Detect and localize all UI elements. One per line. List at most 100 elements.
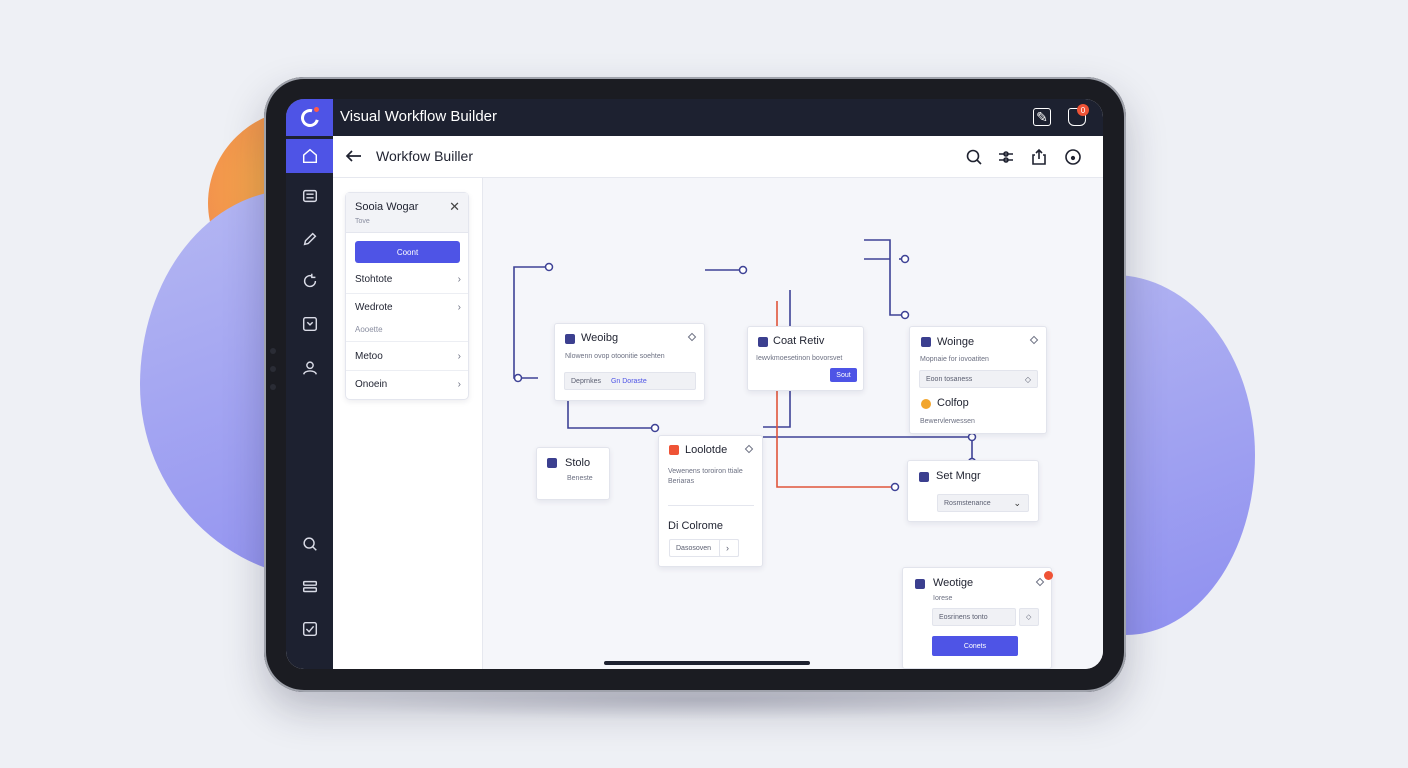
node-description: Nlowenn ovop otoonitie soehten [565,353,665,360]
node-menu-icon[interactable] [744,444,754,454]
rail-item-check[interactable] [286,612,333,646]
node-status-icon [921,399,931,409]
node-select-field[interactable]: Rosmstenance ⌄ [937,494,1029,512]
rail-item-list[interactable] [286,179,333,213]
connector-port [650,423,660,433]
divider [346,370,468,371]
panel-item[interactable]: Stohtote › [355,274,461,285]
node-title: Weoibg [581,332,619,344]
node-type-icon [915,579,925,589]
panel-item-label: Wedrote [355,302,393,313]
node-title: Stolo [565,457,591,469]
divider [668,505,754,506]
node-select-field[interactable]: Deprnkes Gn Doraste [564,372,696,390]
share-icon[interactable] [1029,147,1049,167]
rail-item-stack[interactable] [286,570,333,604]
node-type-icon [758,337,768,347]
chevron-right-icon: › [457,302,461,313]
node-action-button[interactable]: Sout [830,368,857,382]
workflow-node[interactable]: Weoibg Nlowenn ovop otoonitie soehten De… [554,323,705,401]
node-field-value: Eosrinens tonto [939,613,988,621]
chevron-right-icon: › [457,274,461,285]
chevron-down-icon: ◇ [1024,374,1031,384]
node-description: Mopnaie for iovoatiten [920,356,989,363]
node-description: Vewenens toroiron ttiale [668,468,743,475]
tablet-camera [270,348,276,402]
node-action-button[interactable]: Conets [932,636,1018,656]
workflow-node[interactable]: Woinge Mopnaie for iovoatiten Eoon tosan… [909,326,1047,434]
users-icon [302,361,317,375]
sidebar: Sooia Wogar Tove ✕ Coont Stohtote › Wedr… [333,178,483,669]
search-icon[interactable] [964,147,984,167]
node-option-toggle[interactable]: ◇ [1019,608,1039,626]
page-header: Workfow Builler [333,136,1103,178]
connector-wire [864,239,909,316]
scan-icon [302,316,317,332]
edit-icon[interactable]: ✎ [1033,108,1051,126]
node-field-value: Deprnkes [571,377,601,385]
back-arrow-icon[interactable] [343,145,365,167]
workflow-node[interactable]: Set Mngr Rosmstenance ⌄ [907,460,1039,522]
panel-item[interactable]: Wedrote › [355,302,461,313]
page-title: Workfow Builler [376,148,473,164]
workflow-canvas[interactable]: Weoibg Nlowenn ovop otoonitie soehten De… [483,178,1103,669]
connector-port [967,432,977,442]
divider [346,341,468,342]
connector-wire [567,400,655,429]
node-description: Iorese [933,595,953,602]
node-menu-icon[interactable] [687,332,697,342]
panel-item[interactable]: Onoein › [355,379,461,390]
node-title: Set Mngr [936,470,981,482]
rail-item-home[interactable] [286,139,333,173]
app-screen: Visual Workflow Builder ✎ 0 Workfow Buil… [286,99,1103,669]
cycle-icon [303,273,316,288]
node-field-link[interactable]: Gn Doraste [611,378,647,385]
workflow-node[interactable]: Stolo Beneste [536,447,610,500]
panel-item-label: Onoein [355,379,388,390]
check-icon [302,621,317,637]
chevron-right-icon[interactable]: › [719,539,739,557]
node-field-value: Dasosoven [676,544,712,552]
node-subtitle: Colfop [937,397,969,409]
rail-item-search[interactable] [286,527,333,561]
rail-item-scan[interactable] [286,307,333,341]
panel-item[interactable]: Metoo › [355,351,461,362]
workflow-node[interactable]: Coat Retiv Iewvkmoesetinon bovorsvet Sou… [747,326,864,391]
nav-rail [286,136,333,669]
node-title: Weotige [933,577,974,589]
node-alert-badge [1044,571,1053,580]
notification-badge: 0 [1077,104,1089,116]
node-sub-description: Bewervlerwessen [920,418,975,425]
app-title: Visual Workflow Builder [340,108,498,125]
top-bar: Visual Workflow Builder ✎ 0 [286,99,1103,136]
node-field-value: Rosmstenance [944,499,991,507]
workflow-node[interactable]: Weotige Iorese Eosrinens tonto ◇ Conets [902,567,1053,669]
rail-item-users[interactable] [286,351,333,385]
node-type-icon [921,337,931,347]
close-icon[interactable]: ✕ [449,199,460,215]
panel-item-note: Aooette [355,325,383,334]
divider [346,293,468,294]
connector-port [900,310,910,320]
connector-port [513,373,523,383]
help-icon[interactable] [1063,147,1083,167]
node-select-field[interactable]: Eosrinens tonto [932,608,1016,626]
rail-item-cycle[interactable] [286,264,333,298]
filter-icon[interactable] [996,147,1016,167]
connector-wire [513,266,549,379]
connector-port [738,265,748,275]
node-type-icon [547,458,557,468]
app-logo[interactable] [286,99,333,136]
node-title: Loolotde [685,444,728,456]
node-type-icon [919,472,929,482]
rail-item-edit[interactable] [286,222,333,256]
node-type-icon [669,445,679,455]
node-title: Coat Retiv [773,335,825,347]
node-menu-icon[interactable] [1029,335,1039,345]
workflow-node[interactable]: Loolotde Vewenens toroiron ttiale Beriar… [658,435,763,567]
node-menu-icon[interactable] [1035,577,1045,587]
node-select-field[interactable]: Eoon tosaness ◇ [919,370,1038,388]
panel-primary-button[interactable]: Coont [355,241,460,263]
list-icon [302,189,317,203]
chevron-down-icon: ⌄ [1013,497,1021,508]
